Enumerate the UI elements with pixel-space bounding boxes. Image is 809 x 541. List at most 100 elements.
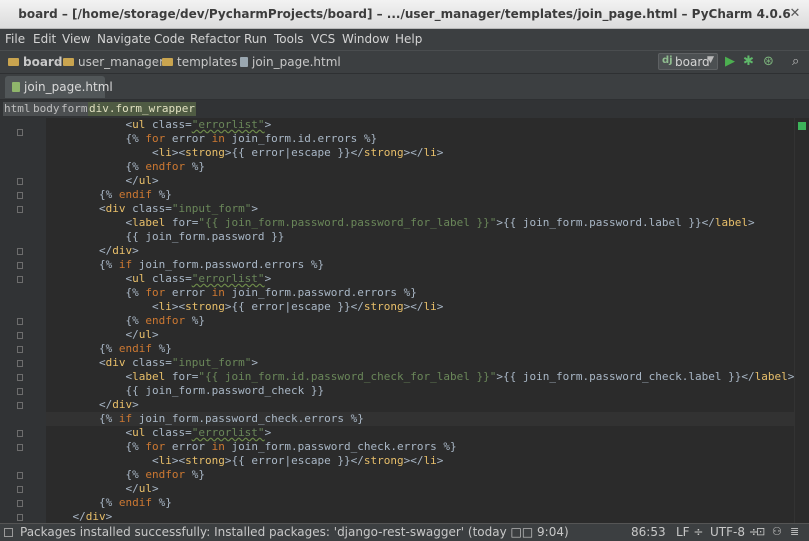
code-token: label <box>132 370 166 383</box>
fold-marker[interactable] <box>17 360 23 367</box>
code-line[interactable]: </div> <box>46 398 794 412</box>
code-line[interactable]: </ul> <box>46 174 794 188</box>
fold-marker[interactable] <box>17 318 23 325</box>
fold-marker[interactable] <box>17 248 23 255</box>
code-line[interactable]: {% endfor %} <box>46 468 794 482</box>
fold-marker[interactable] <box>17 388 23 395</box>
tab-join-page[interactable]: join_page.html <box>5 76 113 98</box>
code-line[interactable]: <ul class="errorlist"> <box>46 118 794 132</box>
code-line[interactable]: <label for="{{ join_form.password.passwo… <box>46 216 794 230</box>
event-log-icon[interactable]: ≣ <box>790 525 799 538</box>
error-stripe[interactable] <box>794 118 809 523</box>
code-token: strong <box>363 146 404 159</box>
nav-crumb-file[interactable]: join_page.html <box>240 55 341 69</box>
code-token: > <box>151 482 159 495</box>
code-token: < <box>46 118 133 131</box>
file-encoding[interactable]: UTF-8 ÷ <box>710 525 759 539</box>
tool-windows-icon[interactable] <box>4 528 13 537</box>
code-line[interactable]: {% if join_form.password.errors %} <box>46 258 794 272</box>
inspection-icon[interactable]: ⚇ <box>772 525 782 538</box>
fold-marker[interactable] <box>17 500 23 507</box>
menu-file[interactable]: File <box>5 32 25 46</box>
code-line[interactable]: {% for error in join_form.password_check… <box>46 440 794 454</box>
line-separator[interactable]: LF ÷ <box>676 525 703 539</box>
fold-marker[interactable] <box>17 178 23 185</box>
code-line[interactable]: {% endif %} <box>46 188 794 202</box>
code-line[interactable]: <li><strong>{{ error|escape }}</strong><… <box>46 454 794 468</box>
code-line[interactable]: {{ join_form.password_check }} <box>46 384 794 398</box>
fold-marker[interactable] <box>17 332 23 339</box>
fold-marker[interactable] <box>17 514 23 521</box>
code-token: strong <box>185 146 225 159</box>
nav-crumb-templates[interactable]: templates <box>162 55 237 69</box>
run-icon[interactable]: ▶ <box>725 54 735 69</box>
code-token: < <box>46 300 159 313</box>
breadcrumb-body[interactable]: body <box>32 102 61 116</box>
menu-window[interactable]: Window <box>342 32 389 46</box>
code-token: li <box>423 300 437 313</box>
code-line[interactable]: {{ join_form.password }} <box>46 230 794 244</box>
caret-position[interactable]: 86:53 <box>631 525 666 539</box>
code-line[interactable]: <label for="{{ join_form.id.password_che… <box>46 370 794 384</box>
code-token: class= <box>125 356 172 369</box>
search-icon[interactable]: ⌕ <box>792 54 799 69</box>
close-icon[interactable]: ✕ <box>787 6 803 22</box>
breadcrumb-html[interactable]: html <box>3 102 32 116</box>
nav-crumb-board[interactable]: board <box>8 55 62 69</box>
code-token: >< <box>171 454 186 467</box>
fold-marker[interactable] <box>17 472 23 479</box>
status-message[interactable]: Packages installed successfully: Install… <box>20 525 569 539</box>
code-line[interactable]: </ul> <box>46 328 794 342</box>
code-line[interactable]: {% for error in join_form.password.error… <box>46 286 794 300</box>
fold-marker[interactable] <box>17 402 23 409</box>
menu-run[interactable]: Run <box>244 32 267 46</box>
code-token: > <box>151 328 159 341</box>
nav-crumb-user-manager[interactable]: user_manager <box>63 55 164 69</box>
menu-tools[interactable]: Tools <box>274 32 304 46</box>
coverage-icon[interactable]: ⊛ <box>763 54 774 69</box>
code-line[interactable]: <ul class="errorlist"> <box>46 272 794 286</box>
code-line[interactable]: {% endfor %} <box>46 314 794 328</box>
menu-help[interactable]: Help <box>395 32 422 46</box>
code-token: div <box>85 510 106 523</box>
menu-vcs[interactable]: VCS <box>311 32 335 46</box>
fold-marker[interactable] <box>17 346 23 353</box>
menu-navigate[interactable]: Navigate <box>97 32 151 46</box>
run-configuration-select[interactable]: dj board ▼ <box>658 53 718 70</box>
breadcrumb-form-wrapper[interactable]: div.form_wrapper <box>88 102 196 116</box>
code-token: </ <box>46 482 139 495</box>
code-line[interactable]: {% endif %} <box>46 496 794 510</box>
code-line[interactable]: </ul> <box>46 482 794 496</box>
lock-icon[interactable]: ⊡ <box>756 525 765 538</box>
fold-marker[interactable] <box>17 276 23 283</box>
code-line[interactable]: {% endif %} <box>46 342 794 356</box>
fold-marker[interactable] <box>17 486 23 493</box>
fold-marker[interactable] <box>17 129 23 136</box>
code-line[interactable]: <ul class="errorlist"> <box>46 426 794 440</box>
breadcrumb-form[interactable]: form <box>60 102 89 116</box>
code-line[interactable]: {% if join_form.password_check.errors %} <box>46 412 794 426</box>
code-line[interactable]: </div> <box>46 244 794 258</box>
debug-icon[interactable]: ✱ <box>743 54 754 69</box>
code-line[interactable]: <li><strong>{{ error|escape }}</strong><… <box>46 300 794 314</box>
fold-marker[interactable] <box>17 374 23 381</box>
menu-edit[interactable]: Edit <box>33 32 56 46</box>
editor-gutter <box>0 118 46 537</box>
code-line[interactable]: <div class="input_form"> <box>46 202 794 216</box>
code-line[interactable]: <div class="input_form"> <box>46 356 794 370</box>
code-token: < <box>46 356 106 369</box>
menu-code[interactable]: Code <box>154 32 185 46</box>
menu-view[interactable]: View <box>62 32 90 46</box>
fold-marker[interactable] <box>17 430 23 437</box>
fold-marker[interactable] <box>17 444 23 451</box>
fold-marker[interactable] <box>17 262 23 269</box>
code-token: < <box>46 272 133 285</box>
code-line[interactable]: </div> <box>46 510 794 523</box>
code-line[interactable]: {% endfor %} <box>46 160 794 174</box>
code-editor[interactable]: <ul class="errorlist"> {% for error in j… <box>46 118 794 523</box>
code-line[interactable]: {% for error in join_form.id.errors %} <box>46 132 794 146</box>
menu-refactor[interactable]: Refactor <box>190 32 240 46</box>
fold-marker[interactable] <box>17 206 23 213</box>
fold-marker[interactable] <box>17 192 23 199</box>
code-line[interactable]: <li><strong>{{ error|escape }}</strong><… <box>46 146 794 160</box>
